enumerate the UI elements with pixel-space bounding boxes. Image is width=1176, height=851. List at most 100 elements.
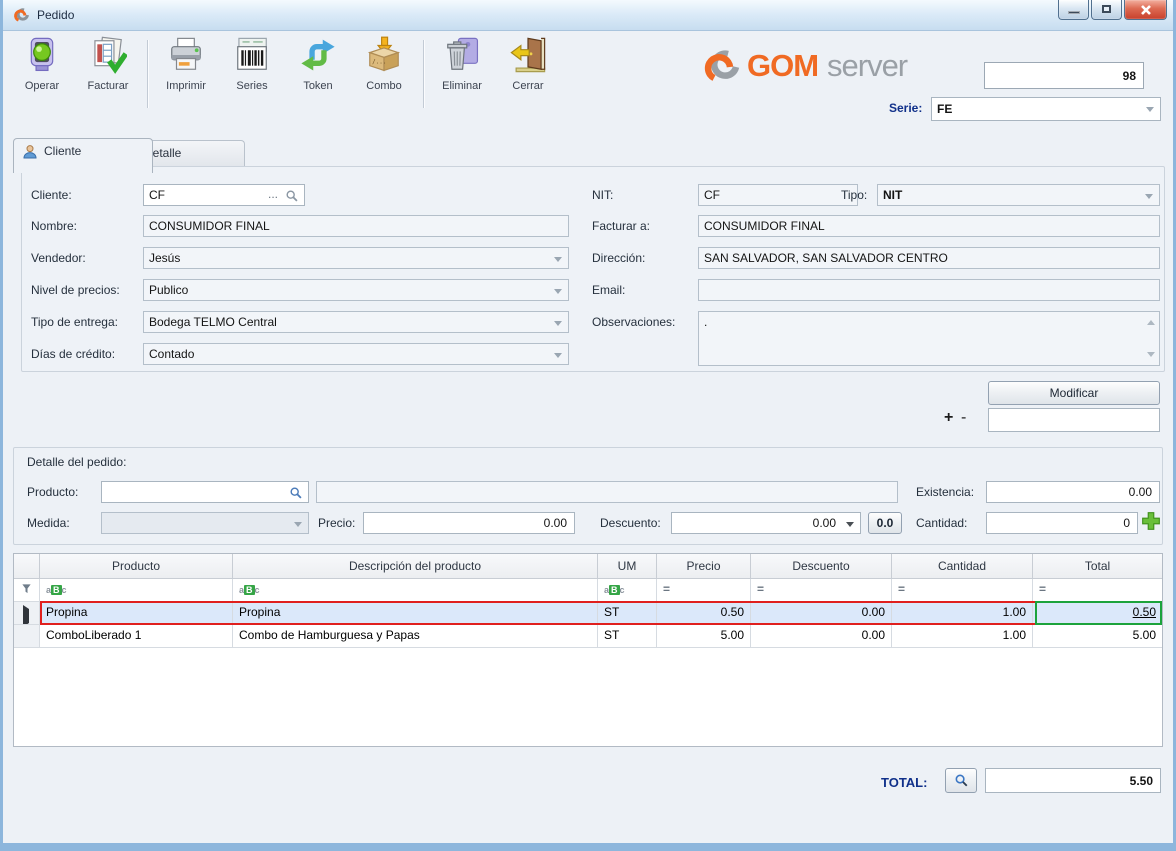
toolbar-button-imprimir[interactable]: Imprimir — [153, 36, 219, 114]
pedido-window: Pedido Operar — [0, 0, 1176, 851]
close-button[interactable] — [1124, 0, 1167, 20]
email-label: Email: — [592, 283, 625, 297]
descuento-input[interactable]: 0.00 — [671, 512, 861, 534]
email-field[interactable] — [698, 279, 1160, 301]
toolbar-button-series[interactable]: Series — [219, 36, 285, 114]
table-row[interactable]: ComboLiberado 1 Combo de Hamburguesa y P… — [14, 625, 1162, 648]
ellipsis-button[interactable]: ... — [268, 187, 278, 201]
cell-producto[interactable]: ComboLiberado 1 — [40, 625, 233, 648]
cell-precio[interactable]: 0.50 — [657, 602, 751, 625]
grid-col-descripcion[interactable]: Descripción del producto — [233, 554, 598, 579]
toolbar-button-token[interactable]: Token — [285, 36, 351, 114]
printer-icon — [167, 36, 205, 74]
chevron-down-icon — [294, 522, 302, 527]
tipo-select[interactable]: NIT — [877, 184, 1160, 206]
filter-cantidad[interactable]: = — [892, 579, 1033, 602]
producto-input[interactable] — [101, 481, 309, 503]
logo-text-gom: GOM — [747, 48, 818, 84]
cell-cantidad[interactable]: 1.00 — [892, 602, 1033, 625]
cell-descripcion[interactable]: Combo de Hamburguesa y Papas — [233, 625, 598, 648]
document-number-field[interactable]: 98 — [984, 62, 1144, 89]
search-icon — [954, 773, 969, 788]
chevron-down-icon[interactable] — [846, 522, 854, 527]
producto-descripcion-field — [316, 481, 898, 503]
search-icon[interactable] — [285, 189, 299, 203]
cell-total-focused[interactable]: 0.50 — [1033, 602, 1162, 625]
filter-precio[interactable]: = — [657, 579, 751, 602]
adjust-quantity-input[interactable] — [988, 408, 1160, 432]
cantidad-label: Cantidad: — [916, 516, 967, 530]
vendedor-select[interactable]: Jesús — [143, 247, 569, 269]
grid-col-cantidad[interactable]: Cantidad — [892, 554, 1033, 579]
toolbar-button-facturar[interactable]: Facturar — [75, 36, 141, 114]
title-bar[interactable]: Pedido — [3, 0, 1173, 31]
grid-col-descuento[interactable]: Descuento — [751, 554, 892, 579]
filter-descuento[interactable]: = — [751, 579, 892, 602]
toolbar-label: Cerrar — [495, 80, 561, 92]
filter-total[interactable]: = — [1033, 579, 1162, 602]
maximize-icon — [1102, 5, 1111, 13]
toolbar-label: Facturar — [75, 80, 141, 92]
serie-select[interactable]: FE — [931, 97, 1161, 121]
add-item-plus-icon[interactable] — [1141, 511, 1161, 531]
tipo-entrega-label: Tipo de entrega: — [31, 315, 118, 329]
nombre-field[interactable]: CONSUMIDOR FINAL — [143, 215, 569, 237]
filter-funnel-icon[interactable] — [14, 579, 40, 602]
minus-label[interactable]: - — [961, 409, 966, 427]
cell-descuento[interactable]: 0.00 — [751, 602, 892, 625]
toolbar-button-eliminar[interactable]: Eliminar — [429, 36, 495, 114]
medida-select[interactable] — [101, 512, 309, 534]
tab-cliente[interactable]: Cliente — [13, 138, 153, 173]
filter-descripcion[interactable]: aBc — [233, 579, 598, 602]
observaciones-textarea[interactable]: . — [698, 311, 1160, 366]
logo-text-server: server — [827, 48, 907, 84]
search-icon[interactable] — [289, 486, 303, 500]
facturar-a-field[interactable]: CONSUMIDOR FINAL — [698, 215, 1160, 237]
filter-producto[interactable]: aBc — [40, 579, 233, 602]
modificar-button[interactable]: Modificar — [988, 381, 1160, 405]
total-search-button[interactable] — [945, 768, 977, 793]
grid-col-total[interactable]: Total — [1033, 554, 1162, 579]
cell-descripcion[interactable]: Propina — [233, 602, 598, 625]
cantidad-input[interactable]: 0 — [986, 512, 1138, 534]
toolbar-button-operar[interactable]: Operar — [9, 36, 75, 114]
sync-arrows-icon — [299, 36, 337, 74]
nivel-precios-select[interactable]: Publico — [143, 279, 569, 301]
toolbar-button-combo[interactable]: /... Combo — [351, 36, 417, 114]
toolbar-label: Token — [285, 80, 351, 92]
gomserver-logo-icon — [701, 46, 741, 86]
grid-col-um[interactable]: UM — [598, 554, 657, 579]
toolbar-label: Combo — [351, 80, 417, 92]
descuento-pct-button[interactable]: 0.0 — [868, 512, 902, 534]
cell-cantidad[interactable]: 1.00 — [892, 625, 1033, 648]
grid-col-precio[interactable]: Precio — [657, 554, 751, 579]
observaciones-label: Observaciones: — [592, 315, 675, 329]
scroll-down-icon[interactable] — [1147, 352, 1155, 357]
nit-field[interactable]: CF — [698, 184, 858, 206]
minimize-button[interactable] — [1058, 0, 1089, 20]
scroll-up-icon[interactable] — [1147, 320, 1155, 325]
filter-um[interactable]: aBc — [598, 579, 657, 602]
precio-input[interactable]: 0.00 — [363, 512, 575, 534]
traffic-light-icon — [23, 36, 61, 74]
plus-label[interactable]: + — [944, 409, 953, 427]
current-row-arrow-icon — [23, 605, 29, 625]
cell-um[interactable]: ST — [598, 625, 657, 648]
cell-producto[interactable]: Propina — [40, 602, 233, 625]
maximize-button[interactable] — [1091, 0, 1122, 20]
toolbar-label: Series — [219, 80, 285, 92]
tipo-entrega-select[interactable]: Bodega TELMO Central — [143, 311, 569, 333]
cliente-input[interactable]: CF ... — [143, 184, 305, 206]
table-row[interactable]: Propina Propina ST 0.50 0.00 1.00 0.50 — [14, 602, 1162, 625]
dias-credito-label: Días de crédito: — [31, 347, 115, 361]
cell-precio[interactable]: 5.00 — [657, 625, 751, 648]
dias-credito-select[interactable]: Contado — [143, 343, 569, 365]
toolbar-label: Eliminar — [429, 80, 495, 92]
cell-um[interactable]: ST — [598, 602, 657, 625]
direccion-field[interactable]: SAN SALVADOR, SAN SALVADOR CENTRO — [698, 247, 1160, 269]
cell-total[interactable]: 5.00 — [1033, 625, 1162, 648]
cell-descuento[interactable]: 0.00 — [751, 625, 892, 648]
box-arrow-icon: /... — [365, 36, 403, 74]
toolbar-button-cerrar[interactable]: Cerrar — [495, 36, 561, 114]
grid-col-producto[interactable]: Producto — [40, 554, 233, 579]
